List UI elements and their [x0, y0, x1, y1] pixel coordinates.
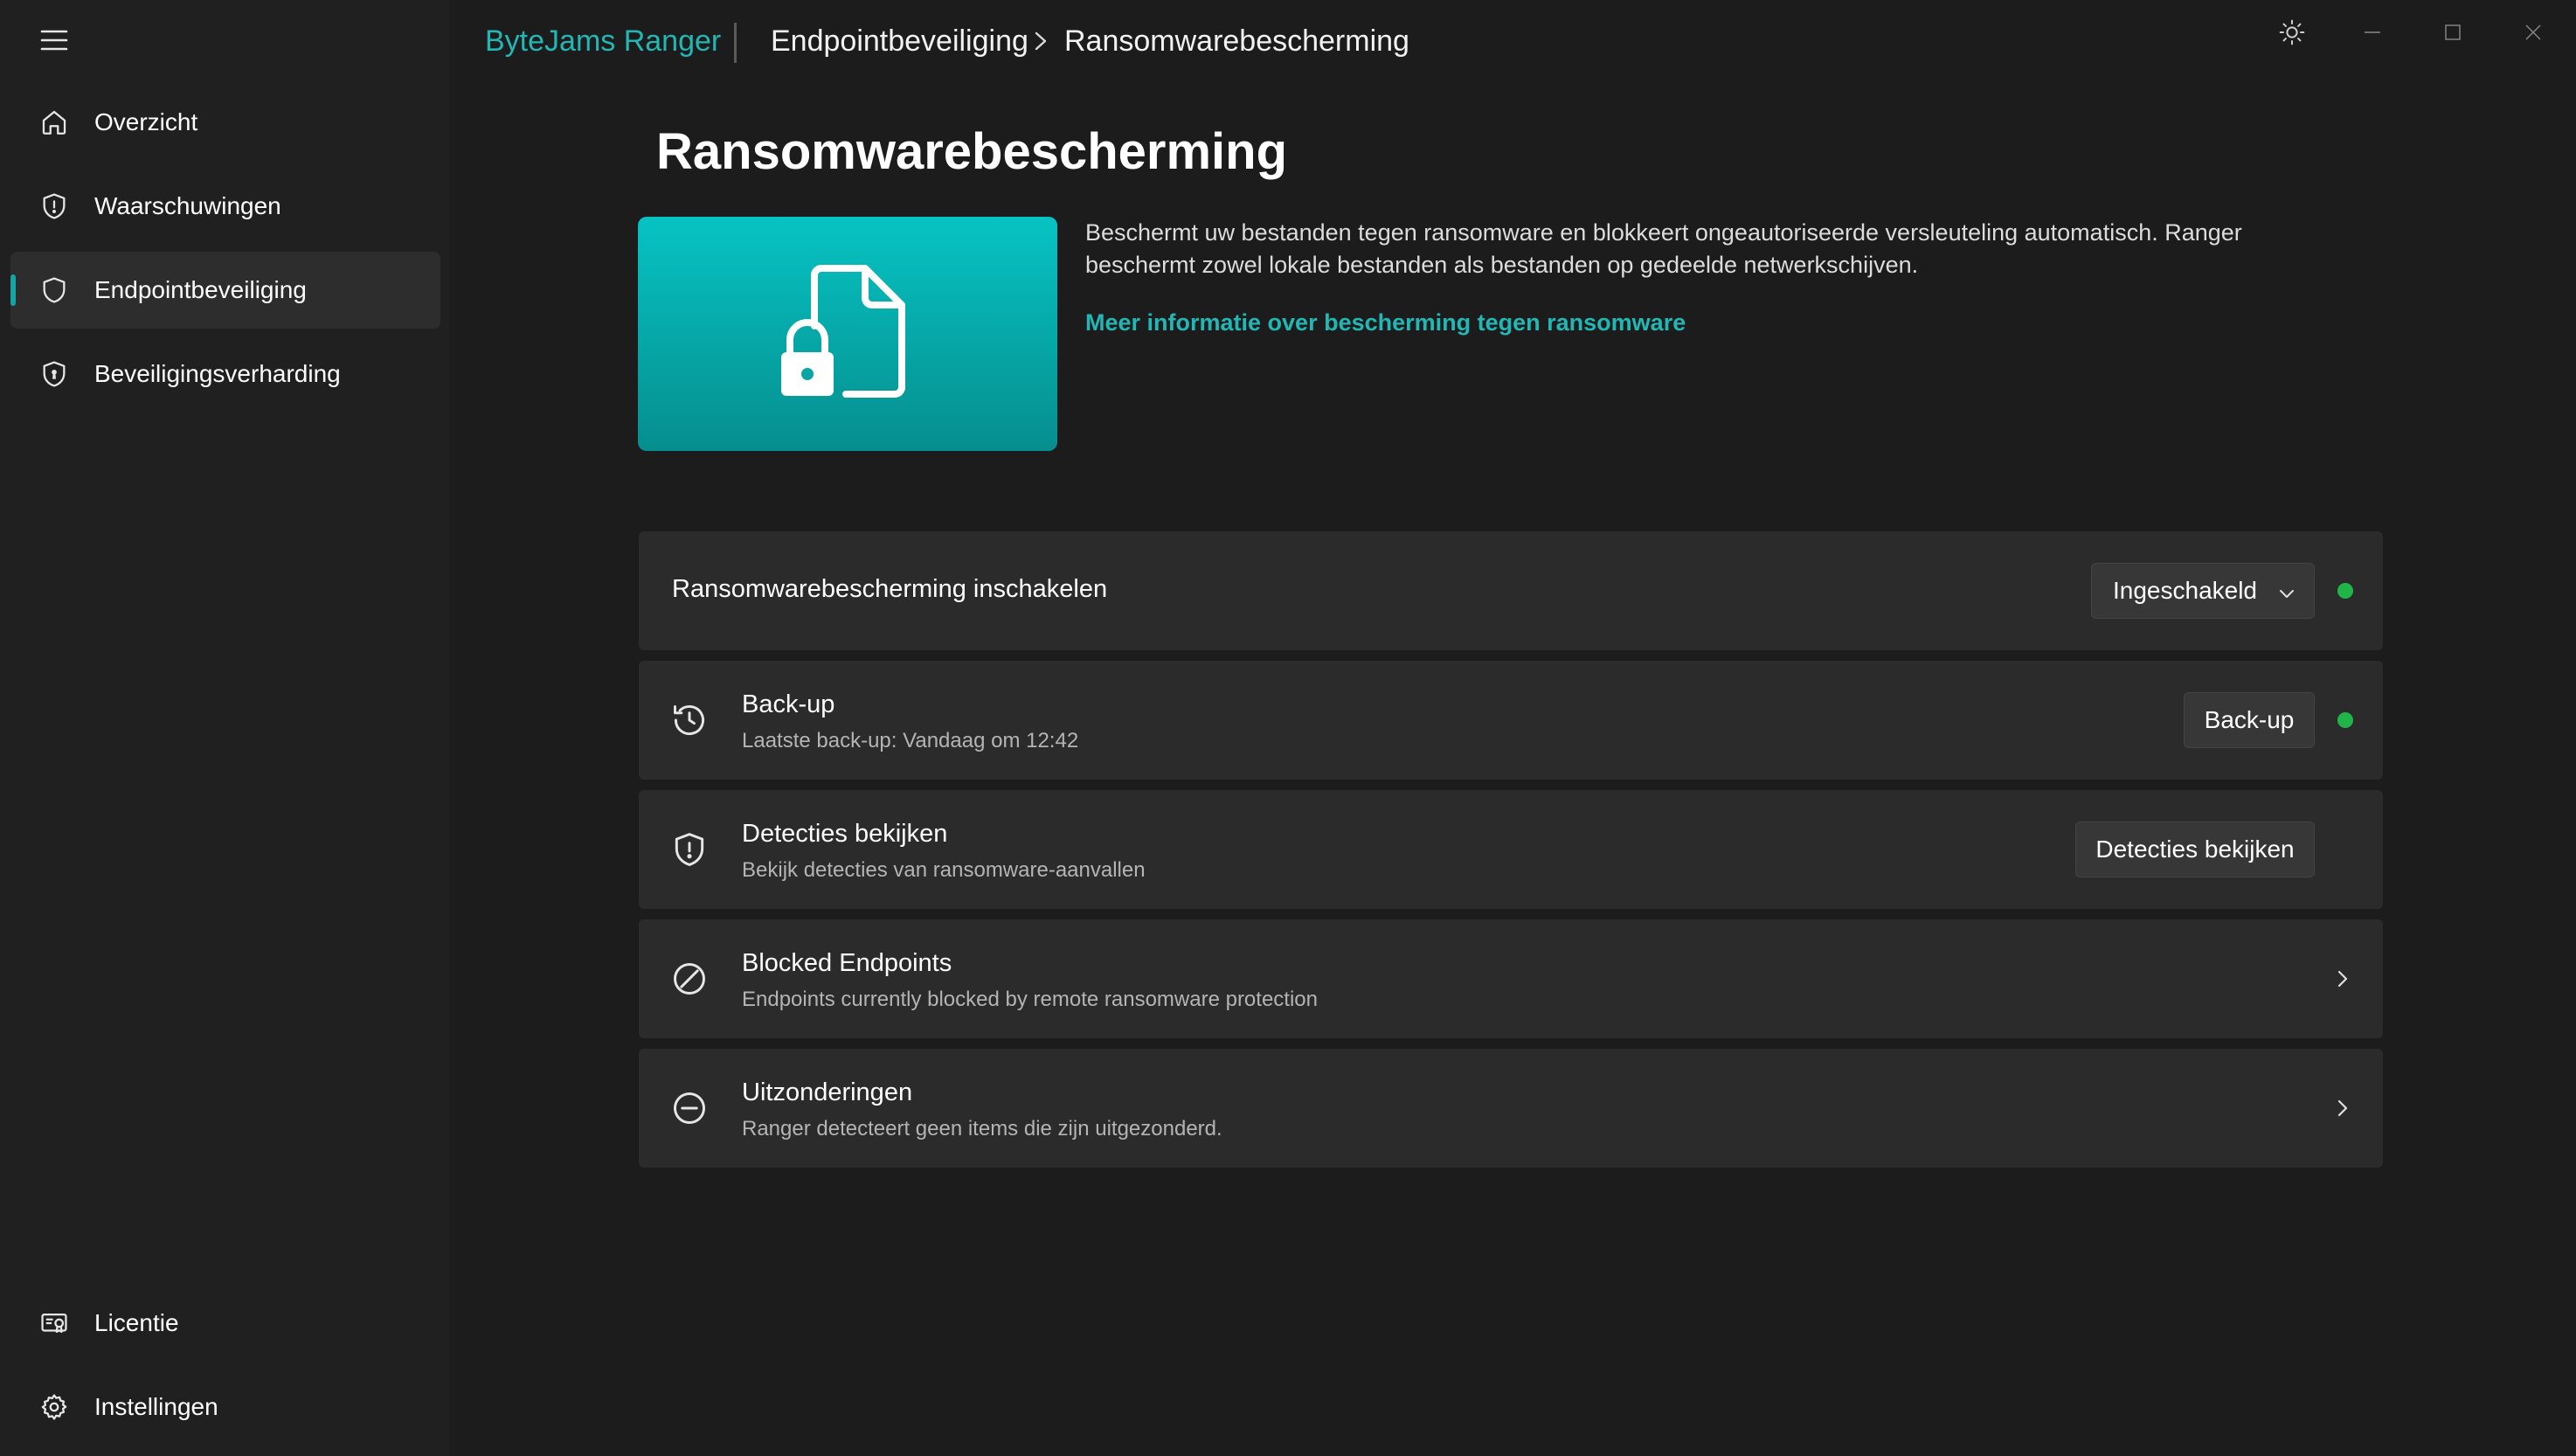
sidebar-item-endpointbeveiliging[interactable]: Endpointbeveiliging	[10, 252, 440, 329]
page-description: Beschermt uw bestanden tegen ransomware …	[1085, 219, 2242, 278]
maximize-icon[interactable]	[2433, 12, 2473, 52]
menu-icon[interactable]	[30, 23, 79, 58]
shield-icon	[37, 273, 72, 308]
setting-backup: Back-up Laatste back-up: Vandaag om 12:4…	[639, 661, 2383, 780]
sidebar-item-waarschuwingen[interactable]: Waarschuwingen	[10, 168, 440, 245]
sidebar-item-beveiligingsverharding[interactable]: Beveiligingsverharding	[10, 336, 440, 413]
license-icon	[37, 1306, 72, 1341]
chevron-right-icon[interactable]	[2332, 965, 2353, 993]
page-title: Ransomwarebescherming	[656, 123, 1288, 180]
shield-lock-icon	[37, 357, 72, 392]
breadcrumb-endpointbeveiliging[interactable]: Endpointbeveiliging	[771, 24, 1028, 59]
blocked-icon	[670, 960, 709, 998]
sidebar-item-label: Instellingen	[94, 1393, 218, 1420]
minimize-icon[interactable]	[2352, 12, 2392, 52]
breadcrumb-ransomwarebescherming: Ransomwarebescherming	[1064, 24, 1409, 58]
sidebar-item-licentie[interactable]: Licentie	[10, 1285, 440, 1362]
setting-title: Detecties bekijken	[742, 820, 948, 848]
setting-subtitle: Laatste back-up: Vandaag om 12:42	[742, 729, 1079, 752]
setting-subtitle: Endpoints currently blocked by remote ra…	[742, 988, 1318, 1011]
sidebar-item-overzicht[interactable]: Overzicht	[10, 84, 440, 161]
chevron-down-icon	[2277, 581, 2296, 609]
more-info-link[interactable]: Meer informatie over bescherming tegen r…	[1085, 309, 1686, 336]
setting-title: Uitzonderingen	[742, 1078, 913, 1106]
file-lock-icon	[778, 258, 918, 411]
protection-state-dropdown[interactable]: Ingeschakeld	[2091, 563, 2315, 619]
close-icon[interactable]	[2513, 12, 2553, 52]
hero-banner	[638, 217, 1057, 451]
setting-exclusions[interactable]: Uitzonderingen Ranger detecteert geen it…	[639, 1049, 2383, 1168]
shield-alert-icon	[37, 189, 72, 224]
sidebar-item-label: Overzicht	[94, 108, 198, 135]
status-dot-backup	[2337, 712, 2353, 728]
sidebar-item-label: Licentie	[94, 1309, 179, 1336]
sidebar: Overzicht Waarschuwingen Endpointbeveili…	[0, 0, 449, 1456]
status-dot-enabled	[2337, 583, 2353, 599]
theme-toggle-icon[interactable]	[2272, 12, 2312, 52]
dropdown-value: Ingeschakeld	[2113, 577, 2258, 604]
setting-title: Blocked Endpoints	[742, 949, 952, 977]
app-window: Overzicht Waarschuwingen Endpointbeveili…	[0, 0, 2576, 1456]
setting-detections: Detecties bekijken Bekijk detecties van …	[639, 790, 2383, 909]
setting-subtitle: Bekijk detecties van ransomware-aanvalle…	[742, 858, 1146, 882]
setting-enable-protection: Ransomwarebescherming inschakelen Ingesc…	[639, 531, 2383, 650]
home-icon	[37, 105, 72, 140]
setting-title: Back-up	[742, 690, 835, 718]
chevron-right-icon[interactable]	[2332, 1094, 2353, 1122]
gear-icon	[37, 1390, 72, 1425]
sidebar-item-label: Waarschuwingen	[94, 192, 281, 219]
app-title: ByteJams Ranger	[485, 24, 722, 58]
setting-title: Ransomwarebescherming inschakelen	[672, 575, 1108, 603]
minus-circle-icon	[670, 1089, 709, 1127]
setting-subtitle: Ranger detecteert geen items die zijn ui…	[742, 1117, 1222, 1141]
backup-button[interactable]: Back-up	[2184, 692, 2315, 748]
view-detections-button[interactable]: Detecties bekijken	[2075, 822, 2315, 877]
setting-blocked-endpoints[interactable]: Blocked Endpoints Endpoints currently bl…	[639, 919, 2383, 1038]
sidebar-item-label: Beveiligingsverharding	[94, 360, 341, 387]
shield-alert-icon	[670, 830, 709, 869]
sidebar-item-label: Endpointbeveiliging	[94, 276, 307, 303]
chevron-right-icon	[1029, 28, 1052, 54]
sidebar-item-instellingen[interactable]: Instellingen	[10, 1369, 440, 1446]
title-separator	[734, 23, 737, 63]
history-icon	[670, 701, 709, 739]
